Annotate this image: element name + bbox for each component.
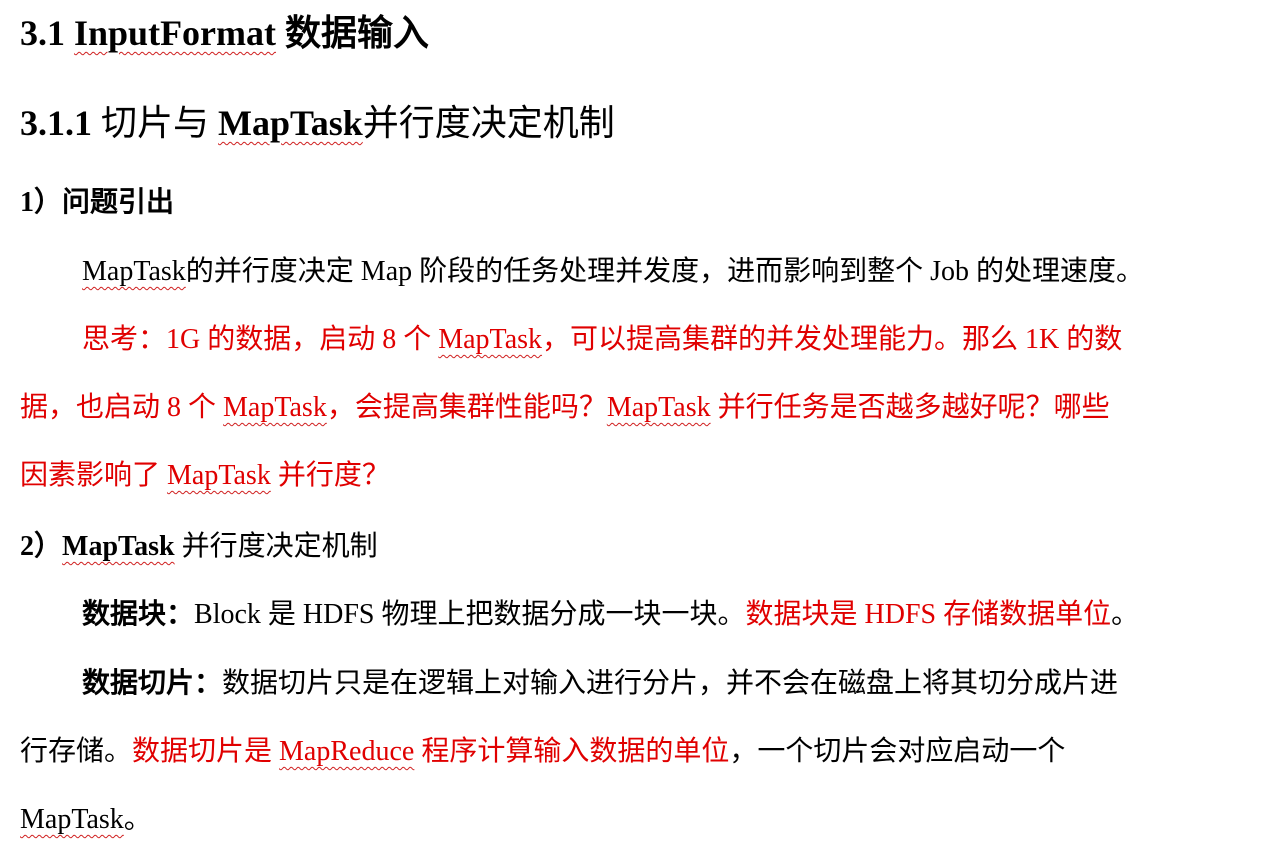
data-split-end: 。 [123, 804, 152, 835]
section-1-thinking-paragraph: 思考：1G 的数据，启动 8 个 MapTask，可以提高集群的并发处理能力。那… [20, 306, 1238, 510]
maptask-term: MapTask [223, 392, 327, 423]
data-block-text: Block 是 HDFS 物理上把数据分成一块一块。 [194, 599, 746, 630]
thinking-text-g: 并行度？ [277, 460, 390, 491]
heading-2-term: MapTask [218, 103, 363, 143]
data-split-paragraph: 数据切片：数据切片只是在逻辑上对输入进行分片，并不会在磁盘上将其切分成片进 行存… [20, 650, 1238, 854]
paragraph-line: 思考：1G 的数据，启动 8 个 MapTask，可以提高集群的并发处理能力。那… [20, 306, 1238, 374]
heading-1: 3.1 InputFormat 数据输入 [20, 8, 429, 58]
section-1-title: 1）问题引出 [20, 187, 175, 218]
heading-1-term: InputFormat [74, 13, 277, 53]
paragraph-line: MapTask的并行度决定 Map 阶段的任务处理并发度，进而影响到整个 Job… [20, 238, 1238, 306]
data-block-end: 。 [1111, 599, 1140, 630]
data-split-label: 数据切片： [82, 668, 223, 699]
data-block-label: 数据块： [82, 599, 195, 630]
data-split-text: 数据切片只是在逻辑上对输入进行分片，并不会在磁盘上将其切分成片进 [222, 668, 1119, 699]
heading-2: 3.1.1 切片与 MapTask并行度决定机制 [20, 98, 615, 148]
section-1-paragraph-1: MapTask的并行度决定 Map 阶段的任务处理并发度，进而影响到整个 Job… [20, 238, 1238, 306]
heading-2-pre: 切片与 [101, 103, 210, 143]
maptask-term: MapTask [20, 804, 124, 835]
paragraph-line: 数据切片：数据切片只是在逻辑上对输入进行分片，并不会在磁盘上将其切分成片进 [20, 650, 1238, 718]
maptask-term: MapTask [606, 392, 711, 423]
data-block-red-text: 数据块是 HDFS 存储数据单位 [745, 599, 1112, 630]
heading-2-rest: 并行度决定机制 [362, 103, 615, 143]
maptask-term: MapTask [82, 256, 186, 287]
paragraph-line: 因素影响了 MapTask 并行度？ [20, 442, 1238, 510]
data-split-red-b: 程序计算输入数据的单位 [421, 736, 730, 767]
thinking-text-d: ，会提高集群性能吗？ [326, 392, 607, 423]
data-split-red-a: 数据切片是 [132, 736, 273, 767]
paragraph-text: 的并行度决定 Map 阶段的任务处理并发度，进而影响到整个 Job 的处理速度。 [185, 256, 1145, 287]
data-split-text-c: ，一个切片会对应启动一个 [729, 736, 1066, 767]
mapreduce-term: MapReduce [279, 736, 415, 767]
section-2-title: 2）MapTask 并行度决定机制 [20, 527, 378, 567]
heading-1-rest: 数据输入 [285, 13, 430, 53]
paragraph-line: 据，也启动 8 个 MapTask，会提高集群性能吗？MapTask 并行任务是… [20, 374, 1238, 442]
thinking-text-a: 思考：1G 的数据，启动 8 个 [82, 324, 432, 355]
paragraph-line: 行存储。数据切片是 MapReduce 程序计算输入数据的单位，一个切片会对应启… [20, 718, 1238, 786]
thinking-text-b: ，可以提高集群的并发处理能力。那么 1K 的数 [542, 324, 1123, 355]
heading-2-number: 3.1.1 [20, 103, 92, 143]
section-2-title-rest: 并行度决定机制 [181, 531, 378, 562]
heading-1-number: 3.1 [20, 13, 65, 53]
thinking-text-f: 因素影响了 [20, 460, 161, 491]
maptask-term: MapTask [167, 460, 271, 491]
data-block-paragraph: 数据块：Block 是 HDFS 物理上把数据分成一块一块。数据块是 HDFS … [20, 581, 1238, 649]
line-content: 思考：1G 的数据，启动 8 个 MapTask，可以提高集群的并发处理能力。那… [82, 306, 1122, 374]
maptask-term: MapTask [438, 324, 543, 355]
paragraph-line: 数据块：Block 是 HDFS 物理上把数据分成一块一块。数据块是 HDFS … [20, 581, 1238, 649]
paragraph-line: MapTask。 [20, 786, 1238, 854]
section-2-title-prefix: 2） [20, 531, 63, 562]
section-2-title-term: MapTask [62, 531, 175, 562]
data-split-text-b: 行存储。 [20, 736, 133, 767]
thinking-text-e: 并行任务是否越多越好呢？哪些 [717, 392, 1110, 423]
thinking-text-c: 据，也启动 8 个 [20, 392, 217, 423]
